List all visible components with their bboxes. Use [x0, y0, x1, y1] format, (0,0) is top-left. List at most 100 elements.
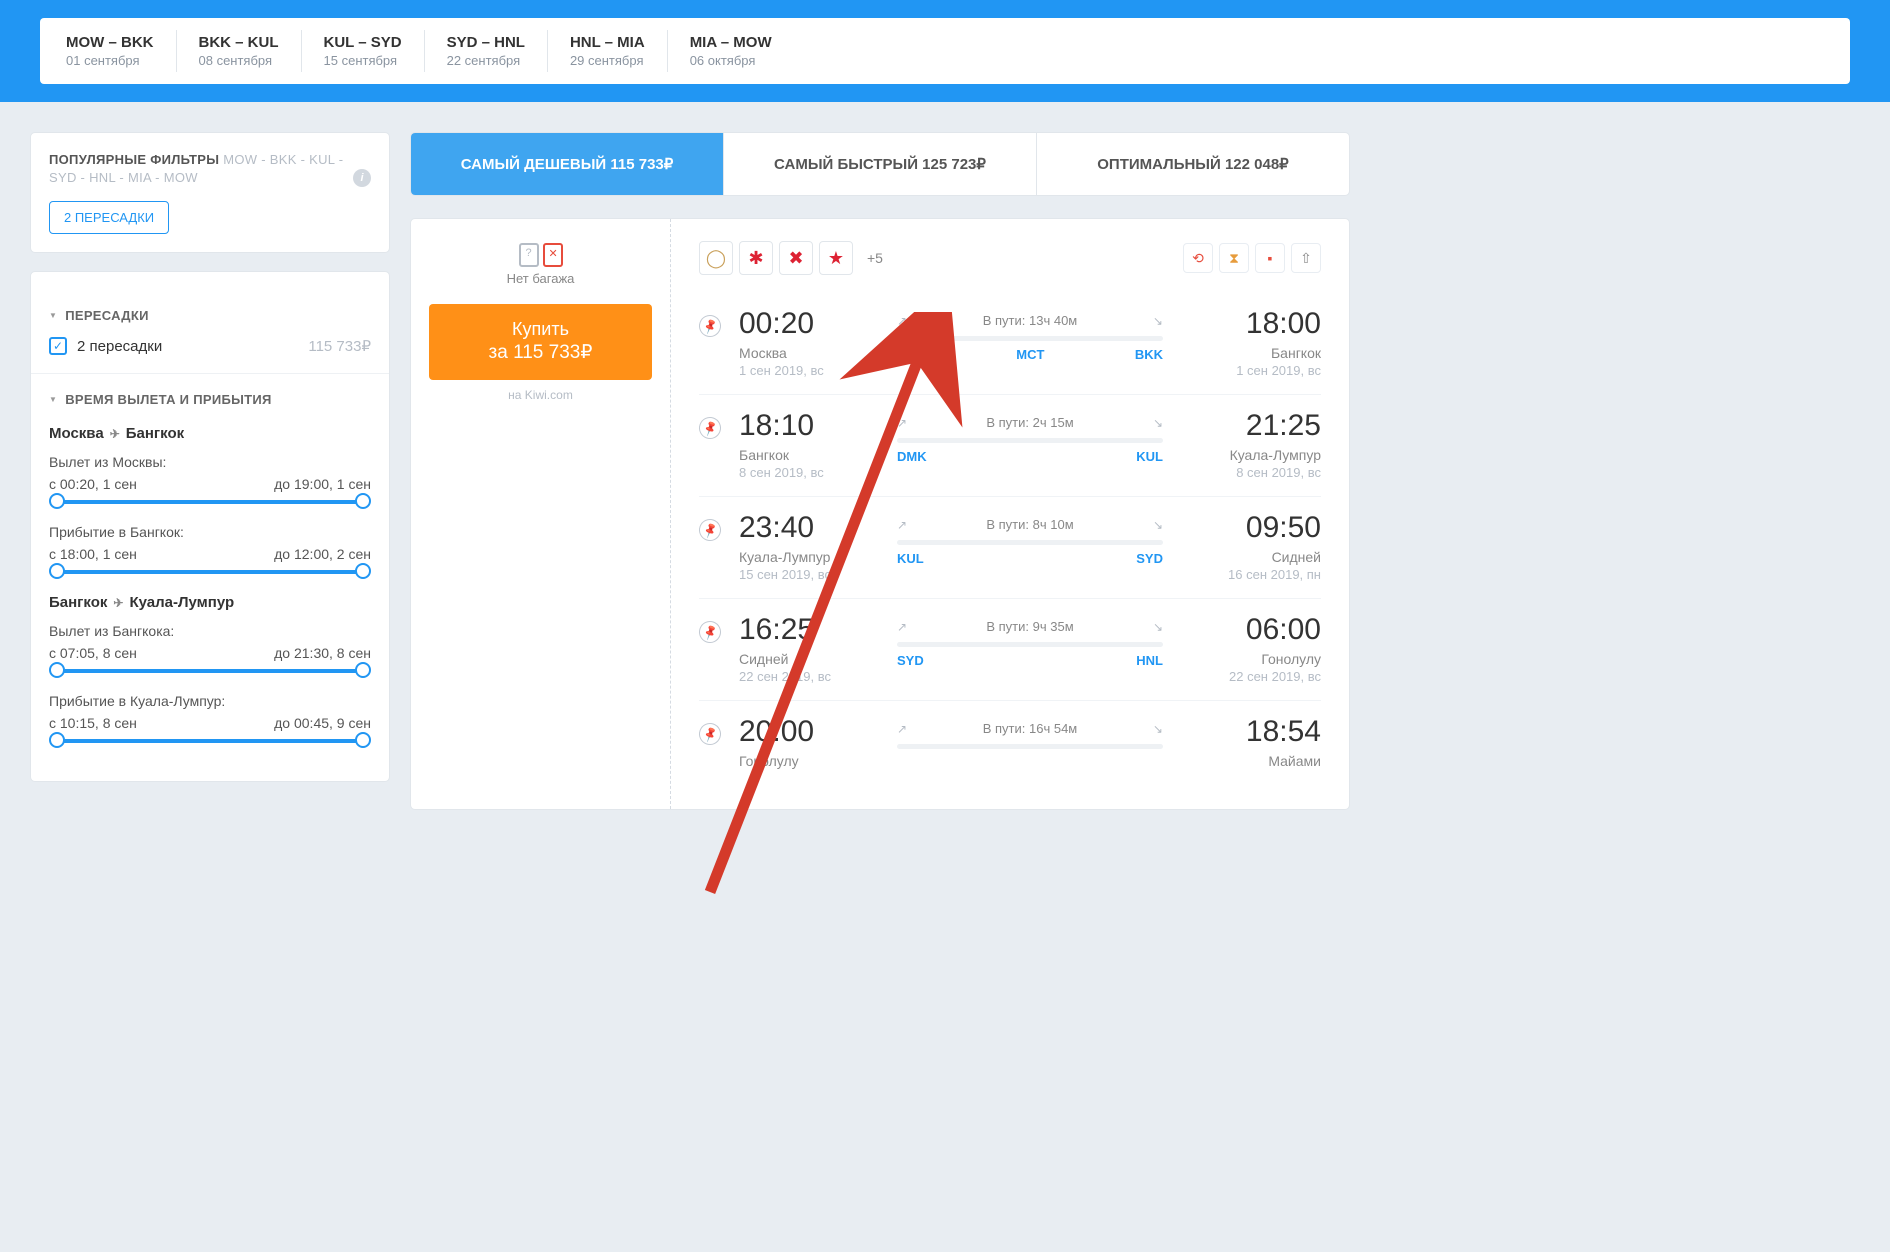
departure-city: Бангкок — [739, 447, 879, 463]
sort-tabs: САМЫЙ ДЕШЕВЫЙ 115 733₽ САМЫЙ БЫСТРЫЙ 125… — [410, 132, 1350, 196]
slider-handle[interactable] — [355, 662, 371, 678]
airport-code-mid: MCT — [1016, 347, 1044, 362]
plane-icon: ✈ — [113, 596, 123, 610]
route-chip[interactable]: SYD – HNL 22 сентября — [425, 30, 548, 72]
airport-code-to: KUL — [1136, 449, 1163, 464]
flight-segment[interactable]: 📌 23:40 Куала-Лумпур 15 сен 2019, вс ↗ В… — [699, 497, 1321, 599]
transfer-option-label: 2 пересадки — [77, 338, 162, 355]
slider-handle[interactable] — [49, 493, 65, 509]
slider-label: Вылет из Бангкока: — [49, 623, 371, 639]
slider-handle[interactable] — [49, 732, 65, 748]
share-icon[interactable]: ⇧ — [1291, 243, 1321, 273]
slider-label: Прибытие в Куала-Лумпур: — [49, 693, 371, 709]
arrival-date: 1 сен 2019, вс — [1181, 363, 1321, 378]
departure-city: Сидней — [739, 651, 879, 667]
filter-pill-transfers[interactable]: 2 ПЕРЕСАДКИ — [49, 201, 169, 234]
baggage-icons — [429, 243, 652, 267]
flight-segment[interactable]: 📌 20:00 Гонолулу ↗ В пути: 16ч 54м ↘ 18:… — [699, 701, 1321, 787]
route-chip[interactable]: KUL – SYD 15 сентября — [302, 30, 425, 72]
pin-icon[interactable]: 📌 — [695, 413, 724, 442]
slider-values: с 18:00, 1 сендо 12:00, 2 сен — [49, 546, 371, 562]
slider-label: Вылет из Москвы: — [49, 454, 371, 470]
route-chip[interactable]: BKK – KUL 08 сентября — [177, 30, 302, 72]
departure-city: Куала-Лумпур — [739, 549, 879, 565]
plane-landing-icon: ↘ — [1153, 314, 1163, 328]
route-chip[interactable]: MIA – MOW 06 октября — [668, 30, 794, 72]
route-label: BKK – KUL — [199, 34, 279, 51]
pin-icon[interactable]: 📌 — [695, 515, 724, 544]
route-label: MIA – MOW — [690, 34, 772, 51]
departure-city: Гонолулу — [739, 753, 879, 769]
transfer-option-row[interactable]: ✓ 2 пересадки 115 733₽ — [49, 337, 371, 355]
pin-icon[interactable]: 📌 — [695, 617, 724, 646]
arrival-date: 16 сен 2019, пн — [1181, 567, 1321, 582]
flight-segment[interactable]: 📌 18:10 Бангкок 8 сен 2019, вс ↗ В пути:… — [699, 395, 1321, 497]
more-airlines-badge[interactable]: +5 — [859, 250, 891, 266]
duration-label: В пути: 8ч 10м — [986, 517, 1073, 532]
tab-fastest[interactable]: САМЫЙ БЫСТРЫЙ 125 723₽ — [724, 133, 1037, 195]
time-slider[interactable] — [57, 570, 363, 574]
airline-logo-icon: ★ — [819, 241, 853, 275]
route-label: HNL – MIA — [570, 34, 645, 51]
route-chip[interactable]: HNL – MIA 29 сентября — [548, 30, 668, 72]
hand-baggage-icon — [519, 243, 539, 267]
arrival-time: 06:00 — [1181, 615, 1321, 645]
time-filter-header[interactable]: ВРЕМЯ ВЫЛЕТА И ПРИБЫТИЯ — [49, 392, 371, 407]
pin-icon[interactable]: 📌 — [695, 719, 724, 748]
time-slider[interactable] — [57, 500, 363, 504]
airline-logos: ◯ ✱ ✖ ★ +5 — [699, 241, 891, 275]
popular-filters-title: ПОПУЛЯРНЫЕ ФИЛЬТРЫ MOW - BKK - KUL - SYD… — [49, 152, 343, 185]
seat-icon[interactable]: ▪ — [1255, 243, 1285, 273]
refresh-icon[interactable]: ⟲ — [1183, 243, 1213, 273]
arrival-city: Майами — [1181, 753, 1321, 769]
checkbox-icon[interactable]: ✓ — [49, 337, 67, 355]
transfer-option-price: 115 733₽ — [308, 337, 371, 355]
plane-landing-icon: ↘ — [1153, 620, 1163, 634]
slider-handle[interactable] — [49, 563, 65, 579]
arrival-city: Куала-Лумпур — [1181, 447, 1321, 463]
time-slider[interactable] — [57, 669, 363, 673]
hourglass-icon[interactable]: ⧗ — [1219, 243, 1249, 273]
route-date: 06 октября — [690, 53, 772, 68]
route-date: 15 сентября — [324, 53, 402, 68]
tab-cheapest[interactable]: САМЫЙ ДЕШЕВЫЙ 115 733₽ — [411, 133, 724, 195]
plane-icon: ✈ — [110, 427, 120, 441]
info-icon[interactable]: i — [353, 169, 371, 187]
arrival-city: Бангкок — [1181, 345, 1321, 361]
slider-handle[interactable] — [355, 493, 371, 509]
route-date: 01 сентября — [66, 53, 154, 68]
route-label: MOW – BKK — [66, 34, 154, 51]
slider-handle[interactable] — [355, 732, 371, 748]
plane-landing-icon: ↘ — [1153, 722, 1163, 736]
departure-time: 23:40 — [739, 513, 879, 543]
departure-time: 20:00 — [739, 717, 879, 747]
slider-values: с 00:20, 1 сендо 19:00, 1 сен — [49, 476, 371, 492]
slider-handle[interactable] — [355, 563, 371, 579]
time-slider[interactable] — [57, 739, 363, 743]
departure-date: 22 сен 2019, вс — [739, 669, 879, 684]
plane-landing-icon: ↘ — [1153, 416, 1163, 430]
arrival-city: Гонолулу — [1181, 651, 1321, 667]
airport-code-from: DME — [897, 347, 926, 362]
pin-icon[interactable]: 📌 — [695, 311, 724, 340]
segment-line — [897, 438, 1163, 443]
departure-date: 1 сен 2019, вс — [739, 363, 879, 378]
route-date: 22 сентября — [447, 53, 525, 68]
filters-card: ПЕРЕСАДКИ ✓ 2 пересадки 115 733₽ ВРЕМЯ В… — [30, 271, 390, 782]
transfers-section-header[interactable]: ПЕРЕСАДКИ — [49, 308, 371, 323]
checked-baggage-icon — [543, 243, 563, 267]
route-label: KUL – SYD — [324, 34, 402, 51]
slider-handle[interactable] — [49, 662, 65, 678]
airport-code-from: SYD — [897, 653, 924, 668]
route-chip[interactable]: MOW – BKK 01 сентября — [44, 30, 177, 72]
plane-takeoff-icon: ↗ — [897, 620, 907, 634]
route-filter-title: Бангкок ✈ Куала-Лумпур — [49, 594, 371, 611]
segment-line — [897, 540, 1163, 545]
arrival-date: 22 сен 2019, вс — [1181, 669, 1321, 684]
buy-button[interactable]: Купить за 115 733₽ — [429, 304, 652, 380]
tab-optimal[interactable]: ОПТИМАЛЬНЫЙ 122 048₽ — [1037, 133, 1349, 195]
arrival-time: 21:25 — [1181, 411, 1321, 441]
route-label: SYD – HNL — [447, 34, 525, 51]
flight-segment[interactable]: 📌 16:25 Сидней 22 сен 2019, вс ↗ В пути:… — [699, 599, 1321, 701]
flight-segment[interactable]: 📌 00:20 Москва 1 сен 2019, вс ↗ В пути: … — [699, 293, 1321, 395]
